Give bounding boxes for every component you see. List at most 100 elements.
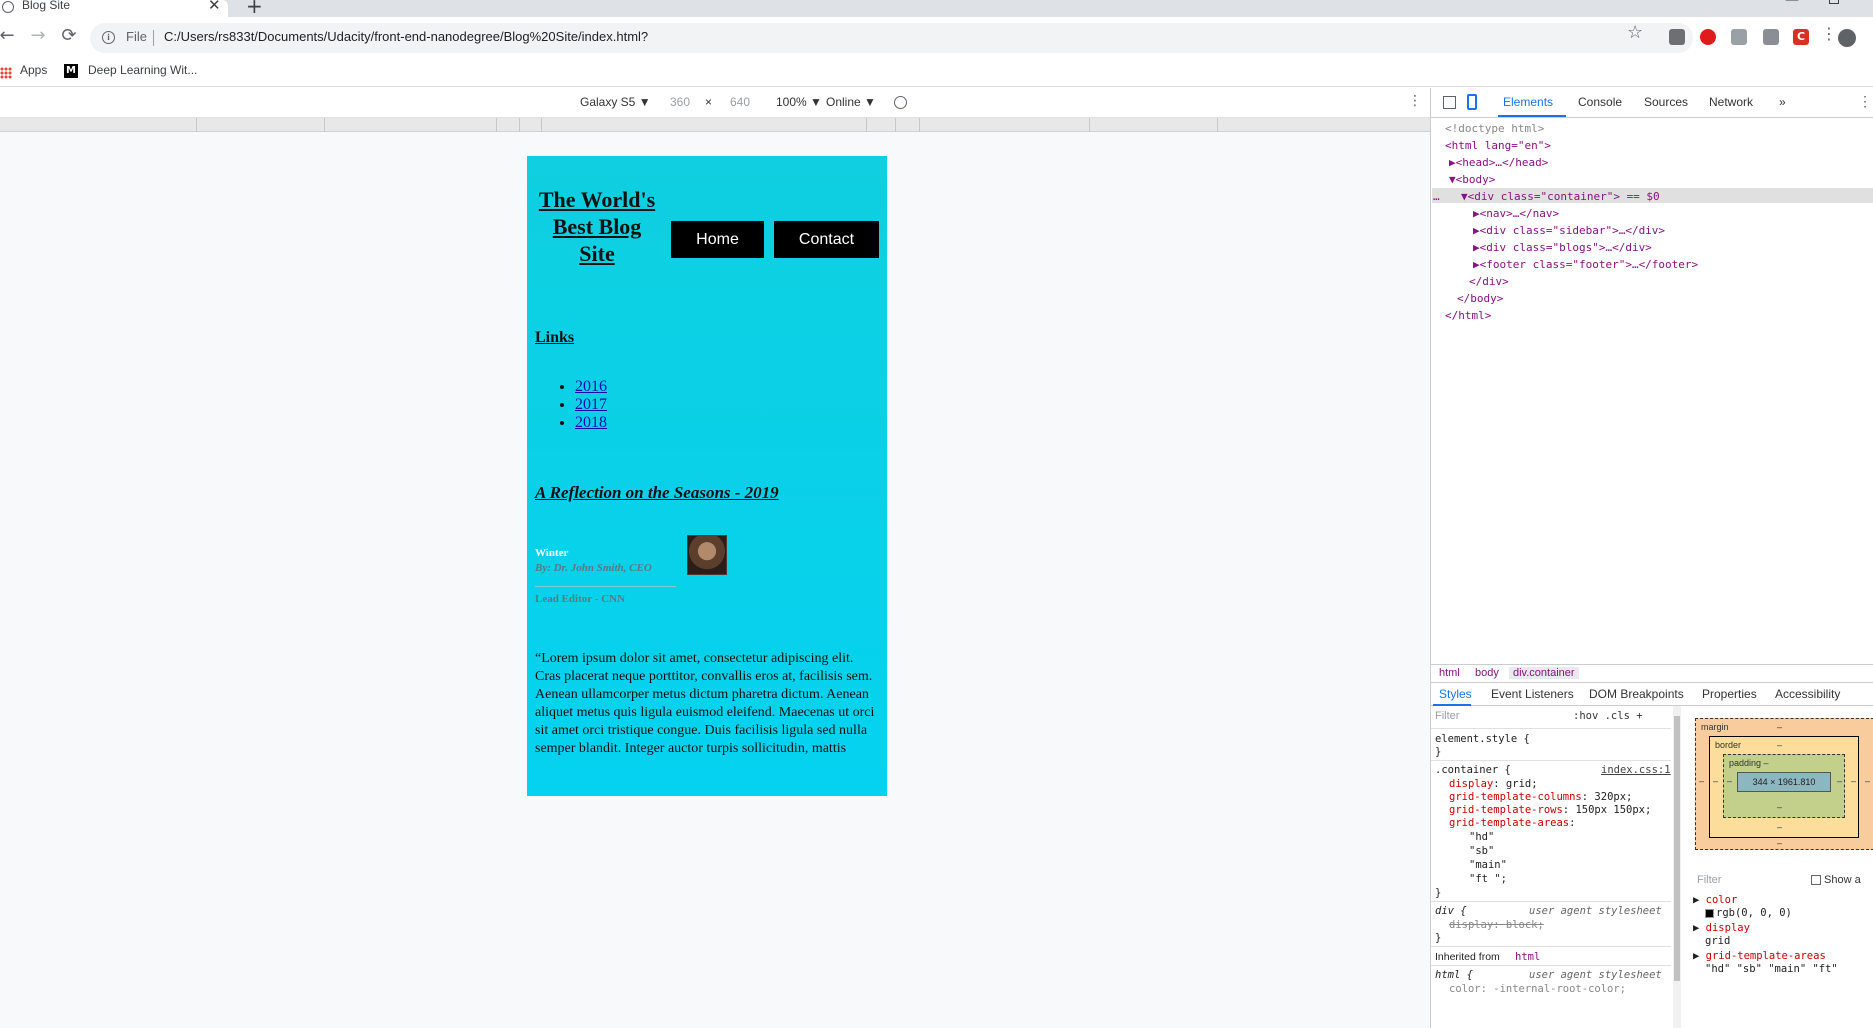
close-tab-icon[interactable]: ✕ (208, 0, 221, 14)
bookmark-star-icon[interactable]: ☆ (1627, 22, 1643, 43)
profile-avatar-icon[interactable] (1838, 29, 1856, 47)
tab-event-listeners[interactable]: Event Listeners (1491, 687, 1574, 701)
extension-5-icon[interactable]: C (1793, 29, 1809, 45)
tab-strip: Blog Site ✕ + — (0, 0, 1873, 18)
computed-property[interactable]: ▶ display (1693, 922, 1750, 934)
dom-node[interactable]: </body> (1457, 292, 1503, 305)
tab-console[interactable]: Console (1578, 95, 1622, 109)
html-declaration[interactable]: color: -internal-root-color; (1449, 983, 1626, 995)
device-width-input[interactable]: 360 (670, 95, 690, 109)
extension-menu-icon[interactable]: ⋮ (1821, 24, 1837, 43)
tab-dom-breakpoints[interactable]: DOM Breakpoints (1589, 687, 1684, 701)
tab-blog-site[interactable]: Blog Site ✕ (0, 0, 228, 17)
back-arrow-icon[interactable]: ← (0, 25, 18, 46)
info-icon[interactable]: i (102, 31, 115, 44)
inspect-element-icon[interactable] (1443, 96, 1456, 109)
css-declaration[interactable]: grid-template-columns: 320px; (1449, 791, 1632, 803)
computed-property[interactable]: ▶ color (1693, 894, 1737, 906)
tab-sources[interactable]: Sources (1644, 95, 1688, 109)
dom-node[interactable]: ▶<div class="blogs">…</div> (1473, 241, 1652, 254)
link-2018[interactable]: 2018 (575, 414, 607, 431)
styles-scrollbar[interactable] (1673, 706, 1681, 1028)
breadcrumb-html[interactable]: html (1439, 667, 1460, 679)
minimize-window-icon[interactable]: — (1785, 0, 1799, 8)
css-property: display (1449, 778, 1494, 790)
apps-grid-icon[interactable] (0, 67, 12, 79)
styles-filter-input[interactable]: Filter (1435, 710, 1565, 726)
dom-node[interactable]: <html lang="en"> (1445, 139, 1551, 152)
nav-contact-button[interactable]: Contact (774, 221, 879, 258)
device-select[interactable]: Galaxy S5 ▼ (580, 95, 651, 109)
dom-node[interactable]: ▶<head>…</head> (1449, 156, 1548, 169)
zoom-select[interactable]: 100% ▼ (776, 95, 822, 109)
medium-logo-icon[interactable]: M (64, 64, 78, 78)
extension-3-icon[interactable] (1731, 29, 1747, 45)
container-rule-selector[interactable]: .container { (1435, 764, 1511, 776)
extension-opera-icon[interactable] (1700, 29, 1716, 45)
container-rule-source[interactable]: index.css:1 (1601, 764, 1671, 776)
show-all-checkbox[interactable]: Show a (1811, 874, 1861, 886)
css-declaration[interactable]: display: grid; (1449, 778, 1538, 790)
reload-icon[interactable]: ⟳ (58, 25, 80, 46)
ruler-tick (1089, 118, 1090, 132)
overridden-declaration[interactable]: display: block; (1449, 919, 1544, 931)
computed-property-name: display (1705, 922, 1750, 934)
dom-node[interactable]: ▼<body> (1449, 173, 1495, 186)
network-throttle-select[interactable]: Online ▼ (826, 95, 876, 109)
dom-node-selected[interactable]: ▼<div class="container"> == $0 (1461, 190, 1660, 203)
element-style-selector[interactable]: element.style { (1435, 733, 1530, 745)
device-toggle-icon[interactable] (1467, 94, 1477, 110)
css-declaration[interactable]: grid-template-rows: 150px 150px; (1449, 804, 1651, 816)
bookmark-deep-learning[interactable]: Deep Learning Wit... (88, 63, 197, 77)
tab-styles[interactable]: Styles (1439, 687, 1472, 701)
hov-cls-controls[interactable]: :hov .cls + (1573, 710, 1643, 722)
elements-sub-tabs: Styles Event Listeners DOM Breakpoints P… (1431, 682, 1873, 706)
computed-property[interactable]: ▶ grid-template-areas (1693, 950, 1826, 962)
dom-node[interactable]: ▶<nav>…</nav> (1473, 207, 1559, 220)
rotate-icon[interactable] (894, 96, 907, 109)
bookmark-apps[interactable]: Apps (20, 63, 47, 77)
dom-node[interactable]: ▶<footer class="footer">…</footer> (1473, 258, 1698, 271)
box-model-content[interactable]: 344 × 1961.810 (1737, 772, 1831, 792)
more-tabs-button[interactable]: » (1779, 95, 1786, 109)
border-bottom-value: – (1777, 822, 1783, 832)
scrollbar-thumb[interactable] (1674, 716, 1680, 981)
nav-home-button[interactable]: Home (671, 221, 764, 258)
device-height-input[interactable]: 640 (730, 95, 750, 109)
element-style-close: } (1435, 746, 1442, 758)
dom-node[interactable]: </div> (1469, 275, 1509, 288)
forward-arrow-icon[interactable]: → (27, 25, 49, 46)
color-swatch[interactable] (1705, 908, 1714, 918)
media-query-ruler[interactable] (0, 118, 1430, 132)
devtools-menu-icon[interactable]: ⋮ (1858, 93, 1872, 110)
rule-divider (1431, 965, 1671, 966)
link-2016[interactable]: 2016 (575, 378, 607, 395)
new-tab-button[interactable]: + (246, 0, 263, 18)
post-divider (535, 586, 676, 587)
breadcrumb-body[interactable]: body (1475, 667, 1499, 679)
ruler-tick (519, 118, 520, 132)
dom-node[interactable]: ▶<div class="sidebar">…</div> (1473, 224, 1665, 237)
checkbox-box[interactable] (1811, 875, 1821, 886)
url-text[interactable]: C:/Users/rs833t/Documents/Udacity/front-… (164, 29, 648, 44)
dom-node[interactable]: <!doctype html> (1445, 122, 1544, 135)
computed-filter-input[interactable]: Filter (1697, 874, 1721, 886)
device-toolbar-menu-icon[interactable]: ⋮ (1408, 93, 1422, 109)
maximize-window-icon[interactable] (1829, 0, 1839, 4)
extension-1-icon[interactable] (1669, 29, 1685, 45)
html-rule-selector[interactable]: html { (1435, 969, 1473, 981)
extension-4-icon[interactable] (1763, 29, 1779, 45)
dom-ellipsis[interactable]: … (1433, 190, 1440, 203)
link-2017[interactable]: 2017 (575, 396, 607, 413)
css-declaration[interactable]: grid-template-areas: (1449, 817, 1575, 829)
address-bar[interactable]: i File C:/Users/rs833t/Documents/Udacity… (90, 23, 1693, 53)
tab-accessibility[interactable]: Accessibility (1775, 687, 1840, 701)
tab-properties[interactable]: Properties (1702, 687, 1757, 701)
dom-node[interactable]: </html> (1445, 309, 1491, 322)
ruler-tick (496, 118, 497, 132)
breadcrumb-div-container[interactable]: div.container (1509, 667, 1579, 679)
div-rule-selector[interactable]: div { (1435, 905, 1467, 917)
tab-elements[interactable]: Elements (1503, 95, 1553, 109)
tab-network[interactable]: Network (1709, 95, 1753, 109)
inherited-from-html-link[interactable]: html (1515, 951, 1540, 963)
